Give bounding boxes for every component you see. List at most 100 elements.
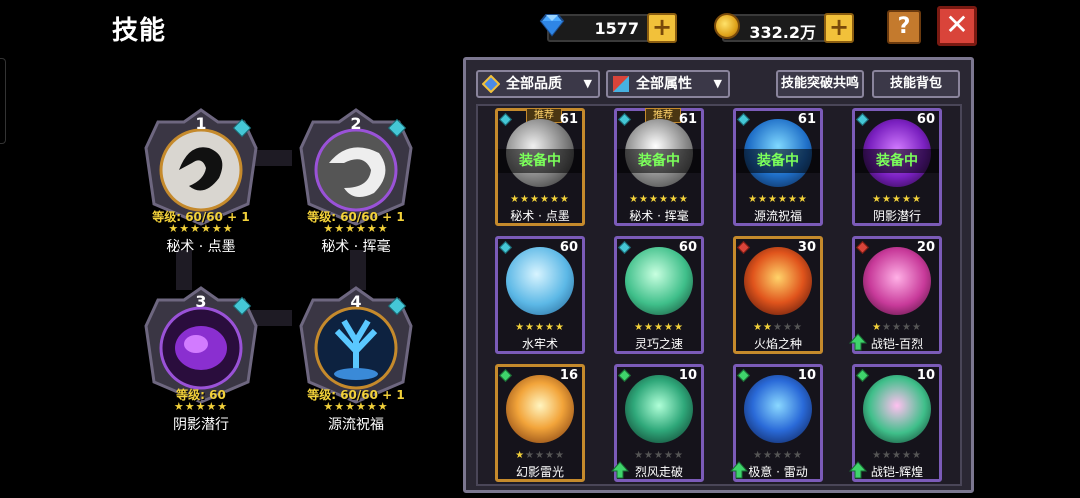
help-button[interactable]: ? — [887, 10, 921, 44]
phantom-thunder-icon — [506, 375, 574, 443]
water-prison-icon — [506, 247, 574, 315]
add-gold-button[interactable]: + — [824, 13, 854, 43]
skill-card[interactable]: 16 ★★★★★ 幻影雷光 — [495, 364, 585, 482]
gold-currency-bar: 332.2万 + — [714, 13, 854, 43]
equipped-label: 装备中 — [736, 149, 820, 173]
equipped-slot-3[interactable]: 3 等级: 60 ★★★★★ 阴影潜行 — [136, 282, 266, 433]
lightning-strike-icon — [744, 375, 812, 443]
skill-count: 61 — [678, 112, 697, 127]
slot-number: 3 — [195, 292, 207, 311]
skill-count: 10 — [797, 368, 816, 383]
skill-name: 秘术 · 点墨 — [510, 209, 570, 223]
add-gems-button[interactable]: + — [647, 13, 677, 43]
skill-grid: 推荐 61 装备中 ★★★★★★ 秘术 · 点墨 推荐 61 装备中 ★★★★★… — [476, 104, 962, 486]
skill-name: 战铠-辉煌 — [870, 465, 924, 479]
quality-diamond-icon — [482, 75, 500, 93]
chevron-down-icon: ▼ — [583, 77, 592, 90]
skill-stars: ★★★★★ — [634, 322, 684, 333]
skill-name: 源流祝福 — [753, 209, 802, 223]
element-diamond-icon — [856, 369, 869, 382]
chevron-down-icon: ▼ — [713, 77, 722, 90]
armor-gauntlet-icon — [863, 247, 931, 315]
attribute-filter-dropdown[interactable]: 全部属性 ▼ — [606, 70, 730, 98]
skill-count: 61 — [559, 112, 578, 127]
skill-card[interactable]: 推荐 61 装备中 ★★★★★★ 秘术 · 挥毫 — [614, 108, 704, 226]
diamond-gem-icon — [539, 14, 565, 37]
skill-stars: ★★★★★ — [515, 450, 565, 461]
skill-stars: ★★★★★ — [872, 450, 922, 461]
skill-count: 30 — [797, 240, 816, 255]
equipped-label: 装备中 — [855, 149, 939, 173]
skill-stars: ★★★★★★ — [748, 194, 808, 205]
skill-count: 16 — [559, 368, 578, 383]
skill-card[interactable]: 10 ★★★★★ 战铠-辉煌 — [849, 364, 942, 482]
skill-name: 灵巧之速 — [634, 337, 683, 351]
quality-filter-label: 全部品质 — [506, 76, 562, 92]
equipped-label: 装备中 — [617, 149, 701, 173]
skill-name: 秘术 · 挥毫 — [629, 209, 689, 223]
skill-card[interactable]: 20 ★★★★★ 战铠-百烈 — [849, 236, 942, 354]
skill-stars: ★★★★★ — [634, 450, 684, 461]
skill-name: 幻影雷光 — [515, 465, 564, 479]
skill-card[interactable]: 61 装备中 ★★★★★★ 源流祝福 — [733, 108, 823, 226]
skill-count: 60 — [916, 112, 935, 127]
element-diamond-icon — [499, 369, 512, 382]
skill-name: 极意 · 雷动 — [748, 465, 808, 479]
skill-stars: ★★★★★ — [753, 322, 803, 333]
skill-card[interactable]: 30 ★★★★★ 火焰之种 — [733, 236, 823, 354]
breakthrough-resonance-button[interactable]: 技能突破共鸣 — [776, 70, 864, 98]
slot-skill-name: 秘术 · 挥毫 — [321, 239, 391, 255]
gem-currency-bar: 1577 + — [539, 13, 677, 43]
slot-stars: ★★★★★★ — [323, 222, 389, 235]
slot-number: 4 — [350, 292, 362, 311]
slot-stars: ★★★★★ — [173, 400, 229, 413]
attribute-palette-icon — [613, 76, 629, 92]
skill-card[interactable]: 推荐 61 装备中 ★★★★★★ 秘术 · 点墨 — [495, 108, 585, 226]
skill-bag-button[interactable]: 技能背包 — [872, 70, 960, 98]
quality-filter-dropdown[interactable]: 全部品质 ▼ — [476, 70, 600, 98]
skill-stars: ★★★★★★ — [629, 194, 689, 205]
gold-amount: 332.2万 — [749, 23, 816, 42]
slot-number: 2 — [350, 114, 362, 133]
element-diamond-icon — [737, 113, 750, 126]
swift-boot-icon — [625, 247, 693, 315]
skill-name: 战铠-百烈 — [870, 337, 924, 351]
skill-stars: ★★★★★ — [872, 194, 922, 205]
skill-count: 20 — [916, 240, 935, 255]
slot-stars: ★★★★★★ — [168, 222, 234, 235]
skill-name: 水牢术 — [521, 337, 558, 351]
equipped-slot-1[interactable]: 1 等级: 60/60 + 1 ★★★★★★ 秘术 · 点墨 — [136, 104, 266, 255]
radiant-armor-icon — [863, 375, 931, 443]
skill-stars: ★★★★★ — [753, 450, 803, 461]
skill-card[interactable]: 10 ★★★★★ 烈风走破 — [611, 364, 704, 482]
element-diamond-icon — [499, 241, 512, 254]
wind-dash-icon — [625, 375, 693, 443]
skill-count: 10 — [678, 368, 697, 383]
skill-card[interactable]: 60 ★★★★★ 水牢术 — [495, 236, 585, 354]
skill-name: 火焰之种 — [753, 337, 802, 351]
close-button[interactable]: ✕ — [937, 6, 977, 46]
skill-card[interactable]: 60 ★★★★★ 灵巧之速 — [614, 236, 704, 354]
gold-coin-icon — [714, 13, 740, 39]
skill-name: 烈风走破 — [634, 465, 683, 479]
attribute-filter-label: 全部属性 — [636, 76, 692, 92]
skill-count: 61 — [797, 112, 816, 127]
flame-seed-icon — [744, 247, 812, 315]
skill-stars: ★★★★★ — [515, 322, 565, 333]
element-diamond-icon — [856, 241, 869, 254]
skill-card[interactable]: 10 ★★★★★ 极意 · 雷动 — [730, 364, 823, 482]
equipped-slot-2[interactable]: 2 等级: 60/60 + 1 ★★★★★★ 秘术 · 挥毫 — [291, 104, 421, 255]
skill-panel: 全部品质 ▼ 全部属性 ▼ 技能突破共鸣 技能背包 推荐 61 装备中 ★★★★… — [463, 57, 974, 493]
page-title: 技能 — [112, 16, 167, 46]
slot-number: 1 — [195, 114, 207, 133]
skill-stars: ★★★★★ — [872, 322, 922, 333]
skill-card[interactable]: 60 装备中 ★★★★★ 阴影潜行 — [852, 108, 942, 226]
equipped-slot-4[interactable]: 4 等级: 60/60 + 1 ★★★★★★ 源流祝福 — [291, 282, 421, 433]
slot-skill-name: 秘术 · 点墨 — [166, 239, 236, 255]
gem-amount: 1577 — [594, 19, 639, 38]
element-diamond-icon — [618, 241, 631, 254]
skill-count: 60 — [559, 240, 578, 255]
skill-name: 阴影潜行 — [872, 209, 921, 223]
slot-skill-name: 阴影潜行 — [173, 417, 229, 433]
skill-count: 10 — [916, 368, 935, 383]
